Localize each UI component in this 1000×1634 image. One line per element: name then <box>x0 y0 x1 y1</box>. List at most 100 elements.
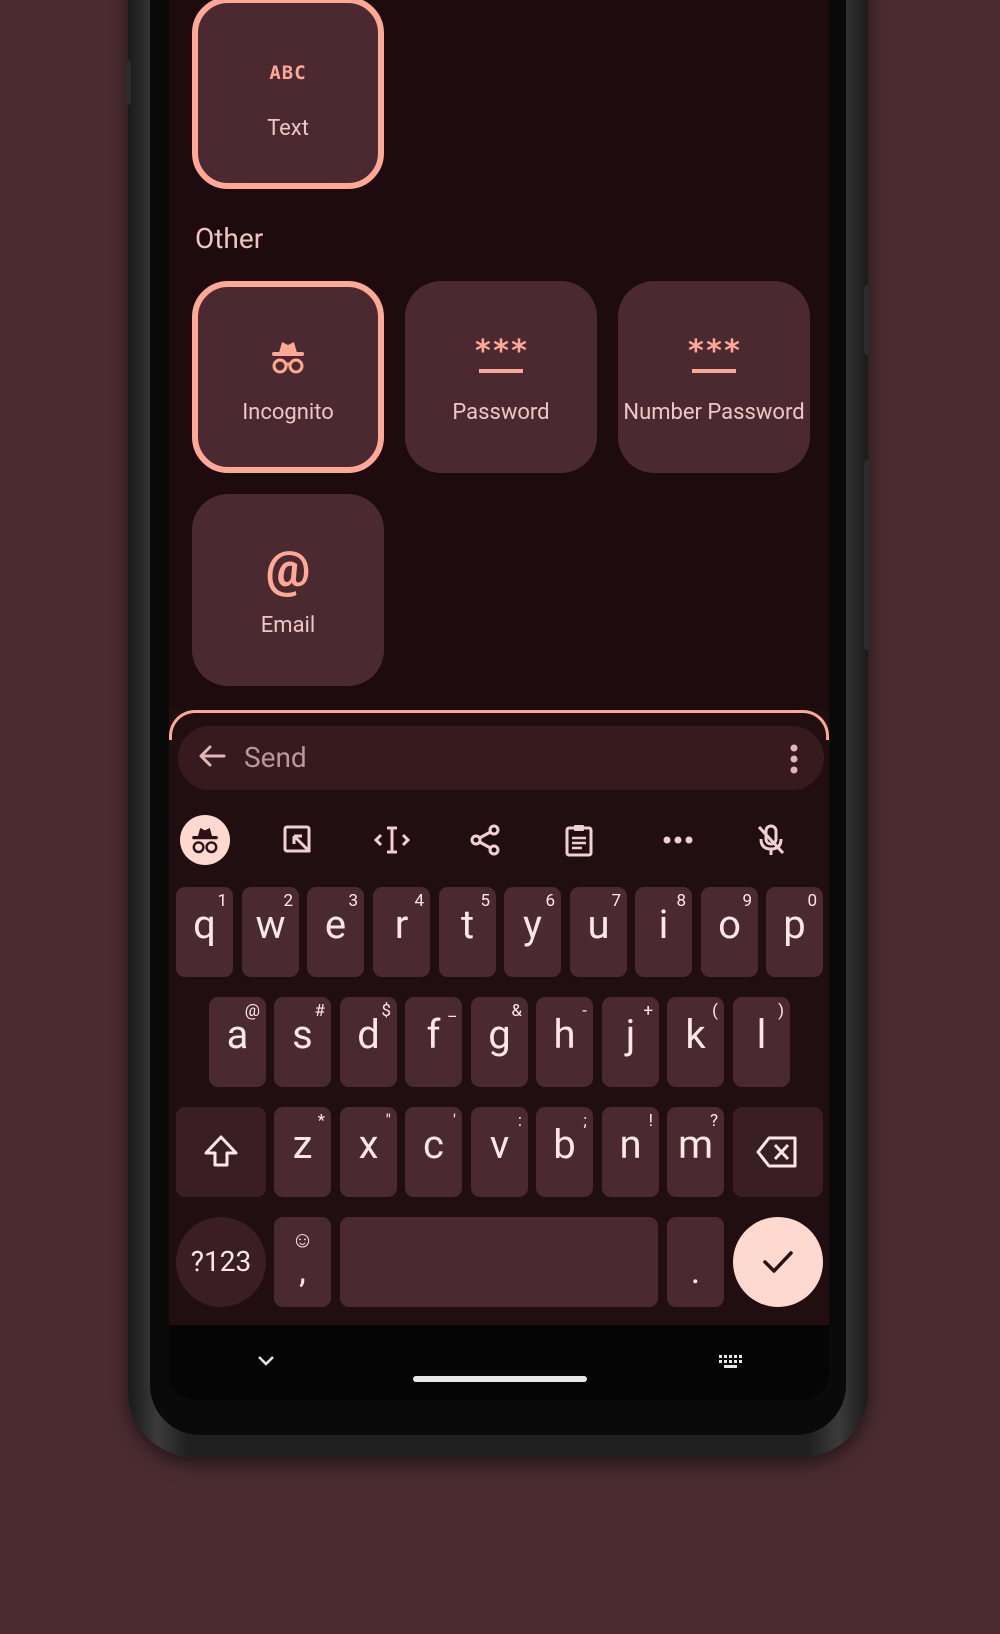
phone-side-button <box>126 60 131 105</box>
key-m[interactable]: ? m <box>667 1107 724 1197</box>
shift-icon <box>203 1133 239 1173</box>
phone-side-button <box>864 460 870 650</box>
keyboard-row1-4-key-text: t <box>460 901 475 948</box>
emoji-icon: ☺ <box>291 1228 314 1253</box>
key-q[interactable]: 1q <box>176 887 233 977</box>
abc-icon-text: ABC <box>269 61 307 84</box>
keyboard-row1-3-key-text: r <box>394 901 409 948</box>
shift-key[interactable] <box>176 1107 266 1197</box>
password-icon-text: *** <box>473 333 529 369</box>
phone-side-button <box>864 285 870 355</box>
comma-emoji-key[interactable]: ☺ , <box>274 1217 331 1307</box>
overflow-menu-icon[interactable] <box>790 744 798 778</box>
key-r[interactable]: 4r <box>373 887 430 977</box>
cursor-move-icon[interactable] <box>367 815 417 865</box>
keyboard-row2-8-key-text: l <box>756 1011 767 1058</box>
tile-text-label: Text <box>267 115 309 141</box>
keyboard-row2-6-key-text: j <box>625 1011 636 1058</box>
incognito-icon <box>268 330 308 384</box>
tile-text[interactable]: ABC Text <box>192 0 384 189</box>
backspace-icon <box>755 1135 799 1173</box>
key-b[interactable]: ; b <box>536 1107 593 1197</box>
keyboard-symbols_label-text: ?123 <box>190 1245 252 1278</box>
backspace-key[interactable] <box>733 1107 823 1197</box>
keyboard-row3-5-key-text: n <box>619 1121 642 1168</box>
tile-password[interactable]: *** Password <box>405 281 597 473</box>
tile-email-label: Email <box>260 612 316 638</box>
key-l[interactable]: ) l <box>733 997 790 1087</box>
key-d[interactable]: $ d <box>340 997 397 1087</box>
checkmark-icon <box>761 1248 795 1280</box>
key-k[interactable]: (k <box>667 997 724 1087</box>
tile-incognito[interactable]: Incognito <box>192 281 384 473</box>
key-j[interactable]: + j <box>602 997 659 1087</box>
key-h[interactable]: -h <box>536 997 593 1087</box>
key-p[interactable]: 0p <box>766 887 823 977</box>
navigation-bar <box>169 1325 829 1400</box>
key-c[interactable]: ' c <box>405 1107 462 1197</box>
keyboard-row3-3-key-text: v <box>489 1121 510 1168</box>
tile-email[interactable]: @ Email <box>192 494 384 686</box>
keyboard-row3-4-key-text: b <box>553 1121 576 1168</box>
tile-incognito-label: Incognito <box>242 399 334 425</box>
key-x[interactable]: " x <box>340 1107 397 1197</box>
keyboard-switch-icon[interactable] <box>718 1354 746 1374</box>
keyboard-row3-6-key-text: m <box>677 1121 714 1168</box>
mic-off-icon[interactable] <box>746 815 796 865</box>
section-other-heading: Other <box>195 222 264 255</box>
keyboard-row1-9-key-text: p <box>783 901 806 948</box>
tile-number-password-label: Number Password <box>623 399 805 425</box>
key-z[interactable]: * z <box>274 1107 331 1197</box>
incognito-icon[interactable] <box>180 815 230 865</box>
key-f[interactable]: _ f <box>405 997 462 1087</box>
space-key[interactable] <box>340 1217 658 1307</box>
key-u[interactable]: 7u <box>570 887 627 977</box>
handwriting-icon[interactable] <box>273 815 323 865</box>
keyboard-row2-5-key-text: h <box>553 1011 576 1058</box>
clipboard-icon[interactable] <box>554 815 604 865</box>
key-i[interactable]: 8i <box>635 887 692 977</box>
back-arrow-icon[interactable] <box>196 740 228 776</box>
keyboard-row1-1-key-text: w <box>255 901 286 948</box>
key-w[interactable]: 2w <box>242 887 299 977</box>
keyboard: Send 1 q 2 w 3 e 4 r 5 t 6 y 7 u 8 i 9 o… <box>169 710 829 1325</box>
key-a[interactable]: @ a <box>209 997 266 1087</box>
key-g[interactable]: & g <box>471 997 528 1087</box>
tile-number-password[interactable]: *** Number Password <box>618 281 810 473</box>
key-n[interactable]: ! n <box>602 1107 659 1197</box>
more-icon[interactable] <box>653 815 703 865</box>
keyboard-row2-2-key-text: d <box>357 1011 380 1058</box>
keyboard-row1-8-key-text: o <box>718 901 741 948</box>
phone-screen: ABC Text Other Incognito *** Password **… <box>169 0 829 1400</box>
comma-label: , <box>299 1251 306 1291</box>
keyboard-row1-6-key-text: u <box>587 901 610 948</box>
input-placeholder: Send <box>244 741 307 774</box>
enter-key[interactable] <box>733 1217 823 1307</box>
symbols-key[interactable]: ?123 <box>176 1217 266 1307</box>
keyboard-row1-5-key-text: y <box>523 901 542 948</box>
password-icon: *** <box>474 330 528 384</box>
home-handle[interactable] <box>413 1376 587 1382</box>
key-y[interactable]: 6y <box>504 887 561 977</box>
period-key[interactable]: . <box>667 1217 724 1307</box>
keyboard-input-bar[interactable]: Send <box>178 726 824 790</box>
key-v[interactable]: :v <box>471 1107 528 1197</box>
keyboard-row2-0-key-text: a <box>226 1011 249 1058</box>
at-sign-icon: @ <box>266 543 311 597</box>
key-e[interactable]: 3e <box>307 887 364 977</box>
key-o[interactable]: 9o <box>701 887 758 977</box>
keyboard-row3-2-key-text: c <box>423 1121 444 1168</box>
key-s[interactable]: # s <box>274 997 331 1087</box>
share-icon[interactable] <box>460 815 510 865</box>
keyboard-row3-1-key-text: x <box>358 1121 379 1168</box>
keyboard-row1-0-key-text: q <box>193 901 216 948</box>
keyboard-row1-2-key-text: e <box>324 901 347 948</box>
keyboard-period_label-text: . <box>690 1250 701 1292</box>
number-password-icon: *** <box>687 330 741 384</box>
key-t[interactable]: 5t <box>439 887 496 977</box>
abc-icon: ABC <box>269 46 306 100</box>
keyboard-row3-0-key-text: z <box>292 1121 313 1168</box>
keyboard-row2-7-key-text: k <box>685 1011 706 1058</box>
tile-password-label: Password <box>452 399 550 425</box>
hide-keyboard-chevron-icon[interactable] <box>256 1353 276 1372</box>
